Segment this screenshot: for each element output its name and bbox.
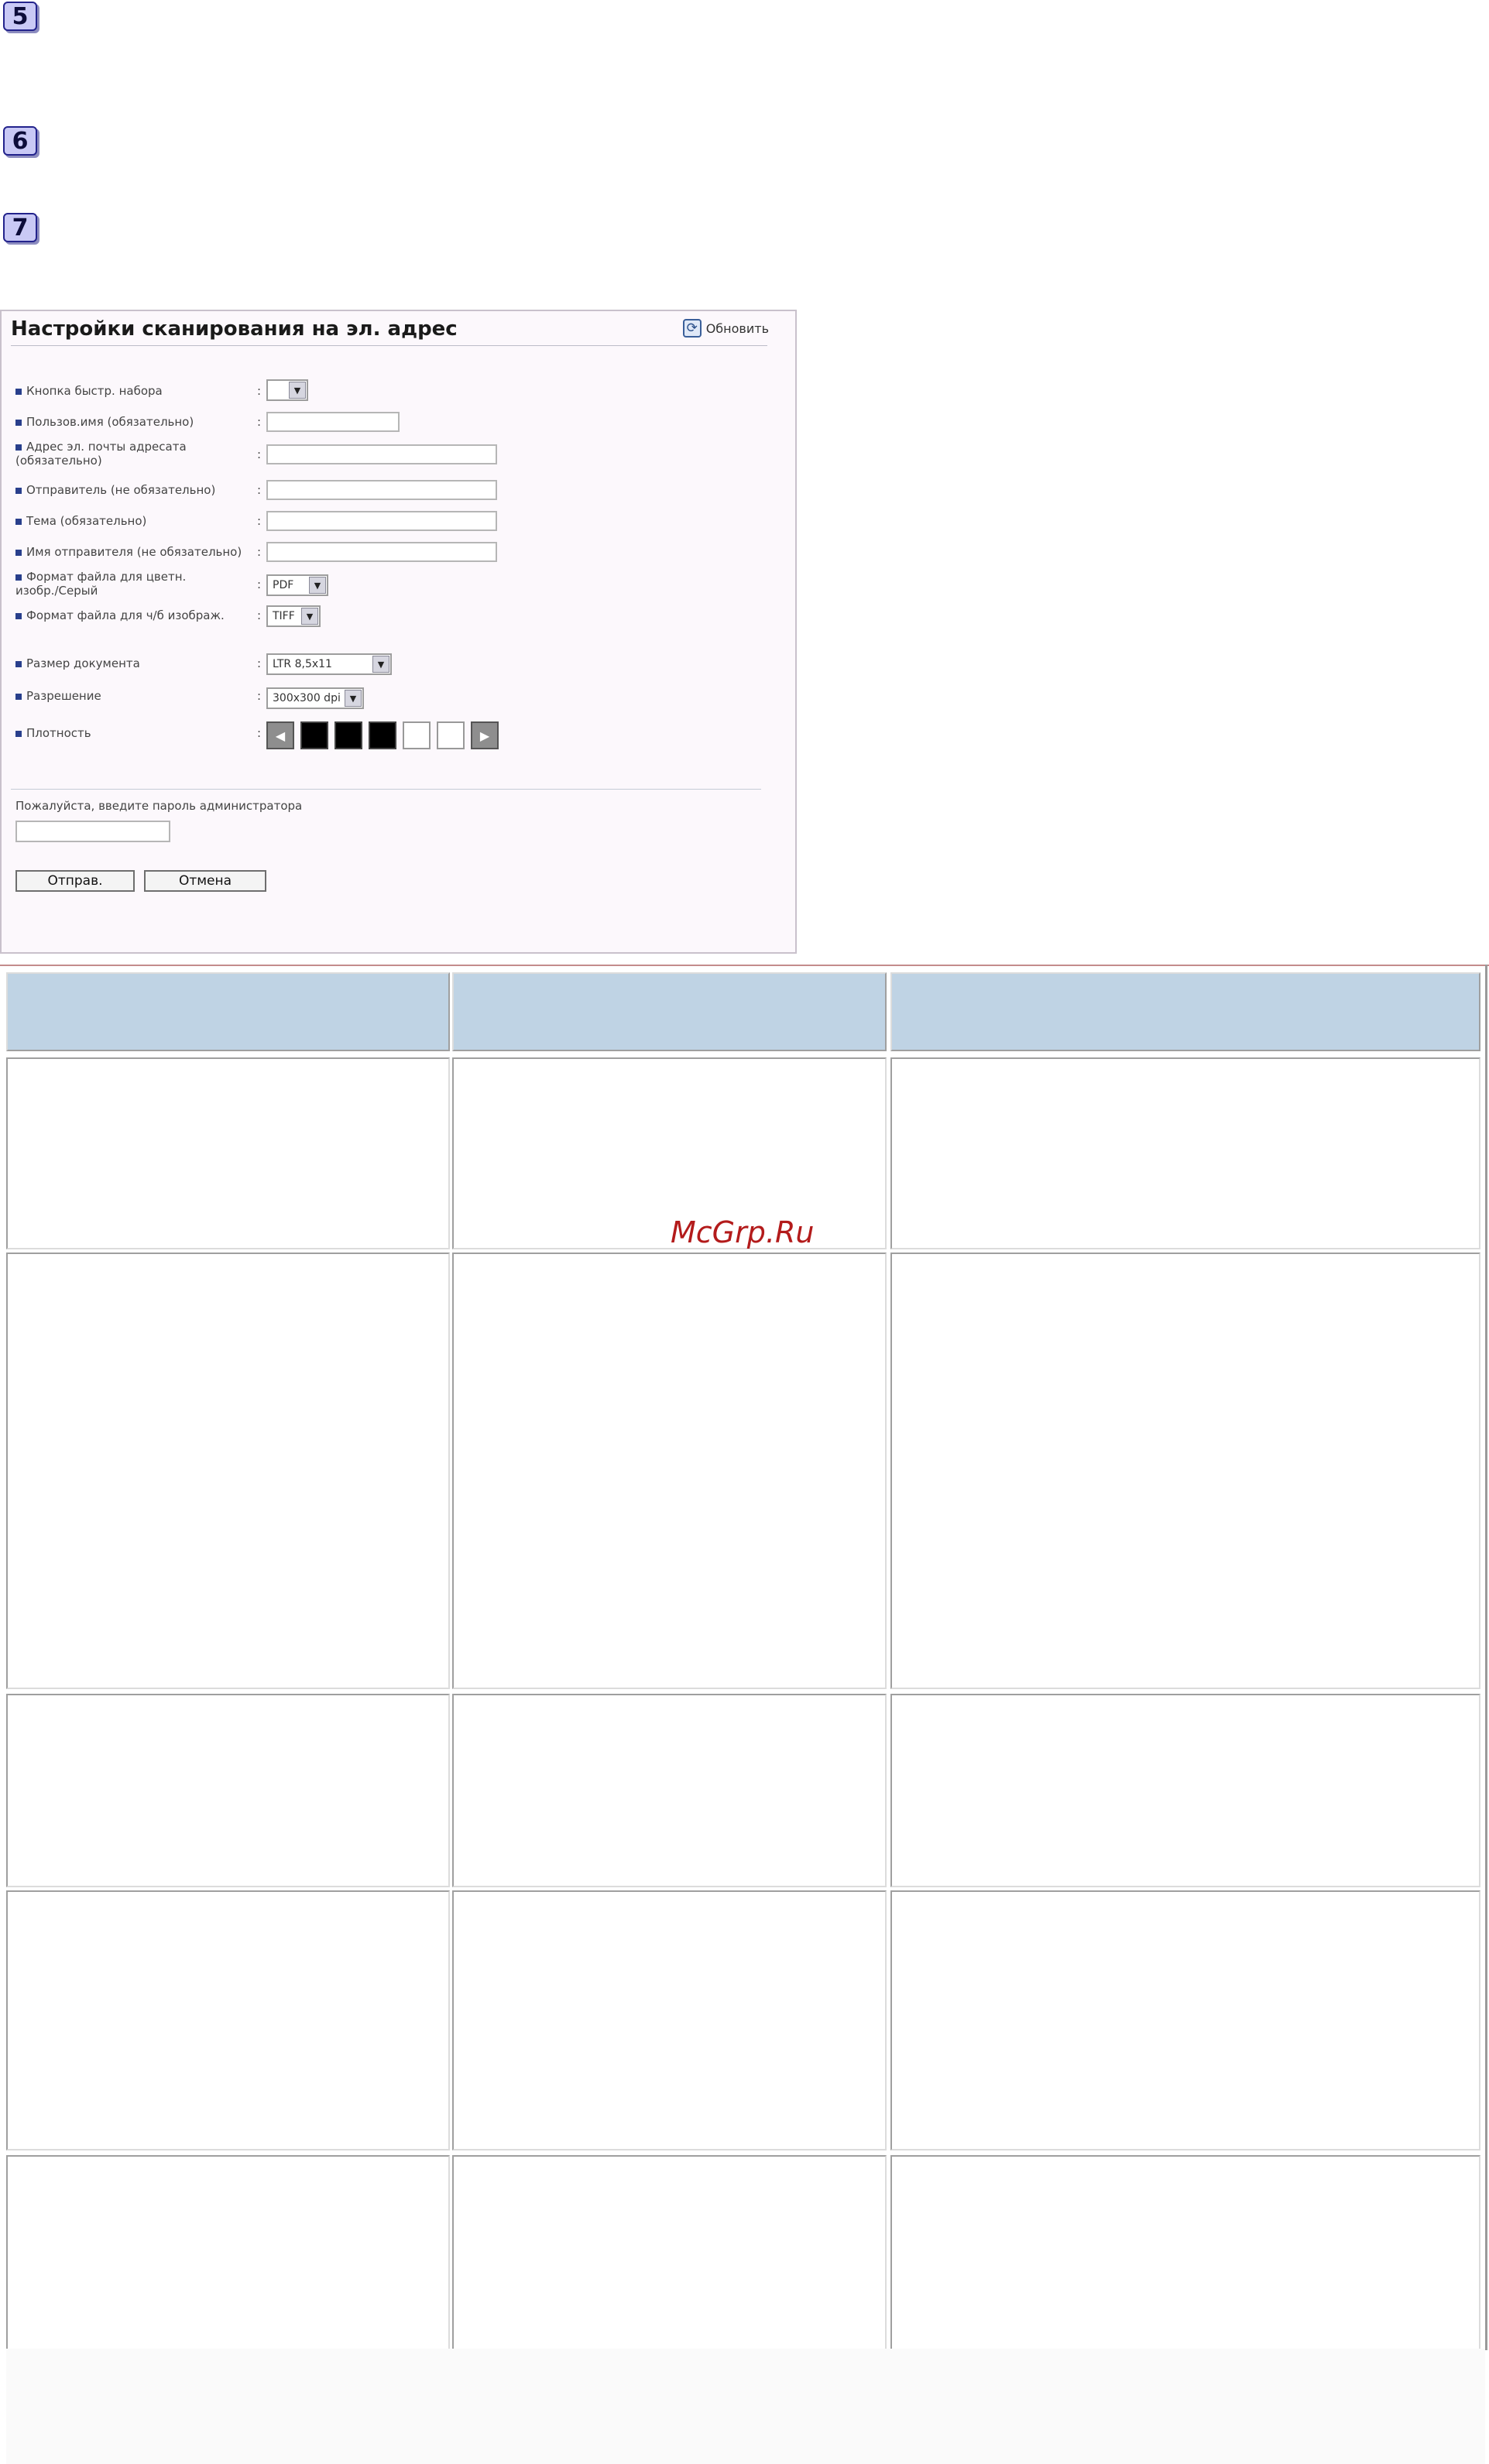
- density-level-box: [300, 721, 328, 749]
- colon: :: [257, 447, 262, 461]
- density-level-box: [335, 721, 362, 749]
- refresh-link[interactable]: ⟳ Обновить: [682, 319, 769, 338]
- table-top-rule: [0, 965, 1489, 966]
- color-format-label: Формат файла для цветн. изобр./Серый: [15, 570, 187, 598]
- table-cell: [6, 1694, 450, 1887]
- sender-row: Отправитель (не обязательно): [15, 483, 256, 497]
- quick-dial-row: Кнопка быстр. набора: [15, 384, 256, 398]
- color-format-row: Формат файла для цветн. изобр./Серый: [15, 570, 256, 598]
- table-cell: [6, 1057, 450, 1249]
- decrease-density-button[interactable]: ◀: [266, 721, 294, 749]
- title-divider: [11, 345, 767, 346]
- table-cell: [452, 1057, 887, 1249]
- section-divider: [11, 789, 761, 790]
- refresh-icon: ⟳: [682, 319, 702, 338]
- table-cell: [6, 2155, 450, 2356]
- table-right-border: [1485, 965, 1487, 2350]
- colon: :: [257, 608, 262, 622]
- subject-row: Тема (обязательно): [15, 514, 256, 528]
- bw-format-label: Формат файла для ч/б изображ.: [15, 608, 256, 622]
- table-cell: [890, 1057, 1480, 1249]
- table-cell: [890, 1694, 1480, 1887]
- sender-name-input[interactable]: [266, 542, 497, 562]
- colon: :: [257, 415, 262, 429]
- table-cell: [890, 1890, 1480, 2150]
- table-cell: [6, 1890, 450, 2150]
- sender-label: Отправитель (не обязательно): [15, 483, 256, 497]
- table-header-cell: [6, 972, 450, 1051]
- density-level-box: [369, 721, 396, 749]
- bw-format-value: TIFF: [273, 610, 295, 622]
- recipient-email-input[interactable]: [266, 444, 497, 464]
- chevron-down-icon: ▼: [372, 656, 389, 673]
- quick-dial-select[interactable]: ▼: [266, 379, 308, 401]
- page-title: Настройки сканирования на эл. адрес: [11, 317, 458, 341]
- step-6-badge: 6: [3, 126, 37, 156]
- submit-button[interactable]: Отправ.: [15, 870, 135, 892]
- username-label: Пользов.имя (обязательно): [15, 415, 256, 429]
- cancel-button[interactable]: Отмена: [144, 870, 266, 892]
- table-cell: [890, 1253, 1480, 1689]
- resolution-label: Разрешение: [15, 689, 256, 703]
- resolution-select[interactable]: 300x300 dpi ▼: [266, 687, 364, 709]
- colon: :: [257, 577, 262, 591]
- density-level-box: [437, 721, 465, 749]
- table-cell: [890, 2155, 1480, 2356]
- subject-input[interactable]: [266, 511, 497, 531]
- table-cell: [452, 1694, 887, 1887]
- chevron-down-icon: ▼: [301, 608, 318, 625]
- doc-size-row: Размер документа: [15, 656, 256, 670]
- address-row: Адрес эл. почты адресата (обязательно): [15, 440, 256, 468]
- sender-input[interactable]: [266, 480, 497, 500]
- colon: :: [257, 514, 262, 528]
- doc-size-value: LTR 8,5x11: [273, 658, 332, 670]
- username-row: Пользов.имя (обязательно): [15, 415, 256, 429]
- resolution-value: 300x300 dpi: [273, 692, 341, 704]
- address-label: Адрес эл. почты адресата (обязательно): [15, 440, 187, 468]
- page-bottom-area: [6, 2349, 1485, 2464]
- chevron-down-icon: ▼: [289, 382, 306, 399]
- increase-density-button[interactable]: ▶: [471, 721, 499, 749]
- scan-to-email-settings-panel: Настройки сканирования на эл. адрес ⟳ Об…: [0, 310, 797, 954]
- admin-password-input[interactable]: [15, 821, 170, 842]
- table-cell: [6, 1253, 450, 1689]
- chevron-down-icon: ▼: [309, 577, 326, 594]
- colon: :: [257, 483, 262, 497]
- density-slider: ◀ ▶: [266, 721, 499, 749]
- chevron-down-icon: ▼: [345, 690, 362, 707]
- admin-password-label: Пожалуйста, введите пароль администратор…: [15, 799, 303, 813]
- density-level-box: [403, 721, 431, 749]
- sender-name-label: Имя отправителя (не обязательно): [15, 545, 256, 559]
- density-row: Плотность: [15, 726, 256, 740]
- colon: :: [257, 689, 262, 703]
- table-header-cell: [890, 972, 1480, 1051]
- colon: :: [257, 656, 262, 670]
- colon: :: [257, 384, 262, 398]
- doc-size-label: Размер документа: [15, 656, 256, 670]
- table-cell: [452, 2155, 887, 2356]
- step-5-badge: 5: [3, 2, 37, 31]
- table-cell: [452, 1890, 887, 2150]
- sender-name-row: Имя отправителя (не обязательно): [15, 545, 256, 559]
- colon: :: [257, 726, 262, 740]
- quick-dial-label: Кнопка быстр. набора: [15, 384, 256, 398]
- colon: :: [257, 545, 262, 559]
- description-table: [0, 965, 1489, 2464]
- bw-format-select[interactable]: TIFF ▼: [266, 605, 321, 627]
- color-format-value: PDF: [273, 579, 294, 591]
- table-header-cell: [452, 972, 887, 1051]
- username-input[interactable]: [266, 412, 400, 432]
- density-label: Плотность: [15, 726, 256, 740]
- step-7-badge: 7: [3, 213, 37, 242]
- subject-label: Тема (обязательно): [15, 514, 256, 528]
- refresh-label: Обновить: [705, 320, 769, 336]
- doc-size-select[interactable]: LTR 8,5x11 ▼: [266, 653, 392, 675]
- watermark: McGrp.Ru: [671, 1215, 815, 1249]
- table-cell: [452, 1253, 887, 1689]
- resolution-row: Разрешение: [15, 689, 256, 703]
- color-format-select[interactable]: PDF ▼: [266, 574, 328, 596]
- bw-format-row: Формат файла для ч/б изображ.: [15, 608, 256, 622]
